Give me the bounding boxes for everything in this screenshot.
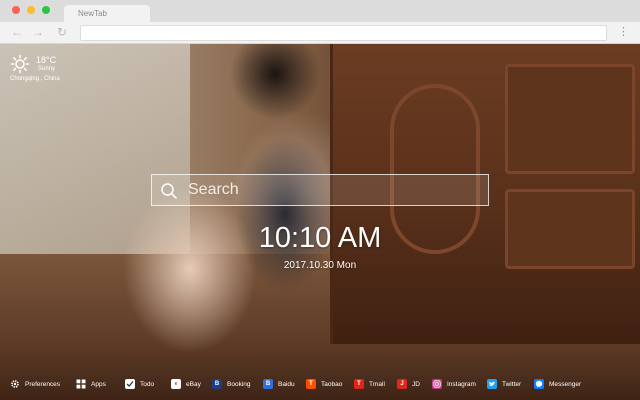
reload-icon[interactable]: ↻ (55, 25, 69, 39)
taobao-link[interactable]: T Taobao (306, 378, 342, 390)
booking-label: Booking (227, 380, 251, 388)
instagram-icon (432, 379, 442, 389)
checkbox-icon (125, 379, 135, 389)
minimize-window-button[interactable] (27, 6, 35, 14)
instagram-link[interactable]: Instagram (432, 378, 476, 390)
forward-arrow-icon[interactable]: → (31, 25, 45, 39)
twitter-icon (487, 379, 497, 389)
ebay-link[interactable]: e eBay (171, 378, 201, 390)
ebay-label: eBay (186, 380, 201, 388)
apps-link[interactable]: Apps (76, 378, 106, 390)
preferences-label: Preferences (25, 380, 61, 388)
twitter-link[interactable]: Twitter (487, 378, 521, 390)
taobao-label: Taobao (321, 380, 343, 388)
gear-icon (10, 379, 20, 389)
baidu-icon: B (263, 379, 273, 389)
tab-newtab[interactable]: NewTab (64, 5, 150, 22)
address-bar[interactable] (80, 25, 607, 41)
weather-temperature: 18°C (36, 55, 57, 65)
grid-icon (76, 379, 86, 389)
tmall-label: Tmall (369, 380, 385, 388)
weather-widget[interactable]: 18°C Sunny Chongqing , China (8, 54, 68, 86)
jd-link[interactable]: J JD (397, 378, 420, 390)
jd-label: JD (412, 380, 420, 388)
search-box[interactable] (151, 174, 489, 206)
instagram-label: Instagram (447, 380, 476, 388)
maximize-window-button[interactable] (42, 6, 50, 14)
sun-icon (10, 54, 30, 74)
tab-title: NewTab (78, 9, 107, 18)
browser-toolbar: ← → ↻ ⋮ (0, 22, 640, 44)
search-input[interactable] (188, 175, 484, 205)
taobao-icon: T (306, 379, 316, 389)
weather-location: Chongqing , China (10, 76, 60, 82)
close-window-button[interactable] (12, 6, 20, 14)
bottom-link-bar: Preferences Apps Todo e eBay B Booking B… (0, 374, 640, 394)
messenger-icon (534, 379, 544, 389)
twitter-label: Twitter (502, 380, 522, 388)
clock-date: 2017.10.30 Mon (283, 260, 357, 271)
tmall-icon: T (354, 379, 364, 389)
booking-icon: B (212, 379, 222, 389)
todo-link[interactable]: Todo (125, 378, 154, 390)
messenger-link[interactable]: Messenger (534, 378, 581, 390)
baidu-link[interactable]: B Baidu (263, 378, 295, 390)
booking-link[interactable]: B Booking (212, 378, 251, 390)
baidu-label: Baidu (278, 380, 295, 388)
ebay-icon: e (171, 379, 181, 389)
clock-time: 10:10 AM (258, 222, 382, 254)
tmall-link[interactable]: T Tmall (354, 378, 385, 390)
messenger-label: Messenger (549, 380, 582, 388)
weather-condition: Sunny (38, 66, 56, 72)
preferences-link[interactable]: Preferences (10, 378, 60, 390)
search-icon (161, 183, 177, 199)
tab-strip: NewTab (0, 0, 640, 22)
kebab-menu-icon[interactable]: ⋮ (618, 25, 629, 39)
back-arrow-icon[interactable]: ← (10, 25, 24, 39)
todo-label: Todo (140, 380, 155, 388)
jd-icon: J (397, 379, 407, 389)
apps-label: Apps (91, 380, 106, 388)
